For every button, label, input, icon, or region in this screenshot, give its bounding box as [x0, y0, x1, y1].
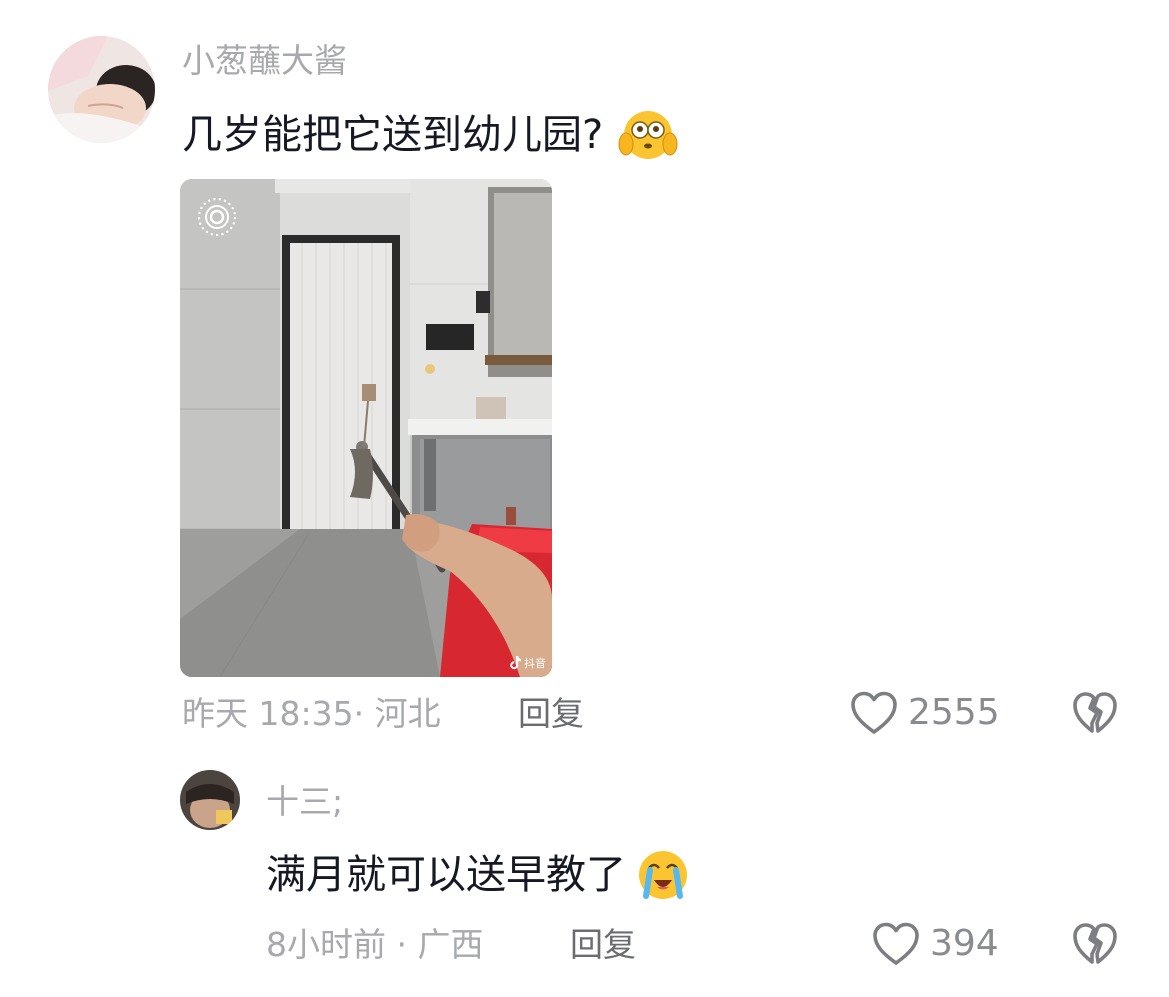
- comment-thread: 小葱蘸大酱 几岁能把它送到幼儿园? 抖音 昨天 18:35· 河北 回复 255…: [0, 0, 1169, 997]
- reply-button[interactable]: 回复: [570, 928, 636, 961]
- username[interactable]: 十三;: [266, 785, 343, 818]
- douyin-logo-icon: [510, 656, 521, 670]
- comment-meta: 昨天 18:35· 河北: [182, 694, 441, 733]
- douyin-watermark: 抖音: [510, 656, 546, 670]
- dislike-button[interactable]: [1072, 690, 1118, 740]
- like-count: 394: [930, 923, 999, 964]
- username[interactable]: 小葱蘸大酱: [182, 44, 347, 77]
- heart-outline-icon: [873, 922, 919, 965]
- dislike-button[interactable]: [1072, 921, 1118, 971]
- comment-text: 几岁能把它送到幼儿园?: [182, 108, 679, 162]
- broken-heart-icon: [1073, 923, 1117, 964]
- comment-body: 满月就可以送早教了: [266, 852, 626, 898]
- live-photo-icon: [196, 196, 238, 242]
- avatar[interactable]: [180, 770, 240, 830]
- comment-text: 满月就可以送早教了: [266, 848, 692, 902]
- shocked-emoji-icon: [617, 108, 679, 162]
- like-count: 2555: [908, 692, 1000, 733]
- reply-button[interactable]: 回复: [518, 697, 584, 730]
- broken-heart-icon: [1073, 692, 1117, 733]
- comment-body: 几岁能把它送到幼儿园?: [182, 112, 604, 158]
- comment-meta: 8小时前 · 广西: [266, 925, 484, 964]
- watermark-text: 抖音: [524, 656, 546, 670]
- like-button[interactable]: 394: [872, 921, 999, 967]
- avatar[interactable]: [48, 36, 155, 143]
- heart-outline-icon: [851, 691, 897, 734]
- video-thumbnail[interactable]: [180, 179, 552, 677]
- crying-face-emoji-icon: [634, 848, 692, 902]
- like-button[interactable]: 2555: [850, 690, 1000, 736]
